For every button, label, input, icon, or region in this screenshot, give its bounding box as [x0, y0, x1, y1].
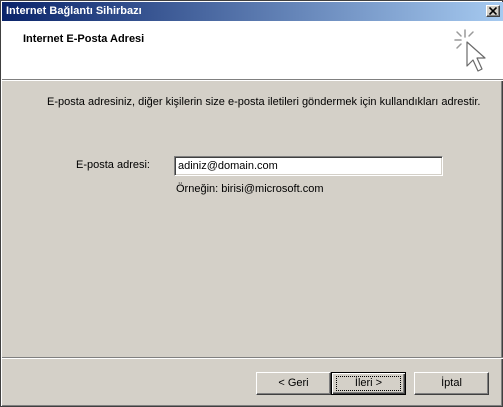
header-separator-highlight	[2, 80, 503, 81]
back-button[interactable]: < Geri	[256, 372, 331, 395]
cancel-button-label: İptal	[441, 377, 462, 389]
next-button[interactable]: İleri >	[331, 372, 406, 395]
page-title: Internet E-Posta Adresi	[23, 33, 145, 45]
next-button-label: İleri >	[354, 377, 383, 389]
email-input[interactable]	[174, 156, 443, 176]
cancel-button[interactable]: İptal	[414, 372, 489, 395]
wizard-sparkle-cursor-icon	[454, 29, 486, 72]
wizard-window: Internet Bağlantı Sihirbazı Internet E-P…	[0, 0, 503, 407]
window-title: Internet Bağlantı Sihirbazı	[6, 5, 142, 17]
title-bar[interactable]: Internet Bağlantı Sihirbazı	[2, 2, 503, 21]
description-text: E-posta adresiniz, diğer kişilerin size …	[47, 96, 481, 108]
footer-separator-highlight	[2, 358, 503, 359]
close-icon	[489, 7, 497, 15]
wizard-header: Internet E-Posta Adresi	[2, 21, 503, 79]
email-label: E-posta adresi:	[76, 159, 150, 171]
close-button[interactable]	[486, 5, 500, 17]
example-text: Örneğin: birisi@microsoft.com	[176, 183, 324, 195]
back-button-label: < Geri	[278, 377, 309, 389]
